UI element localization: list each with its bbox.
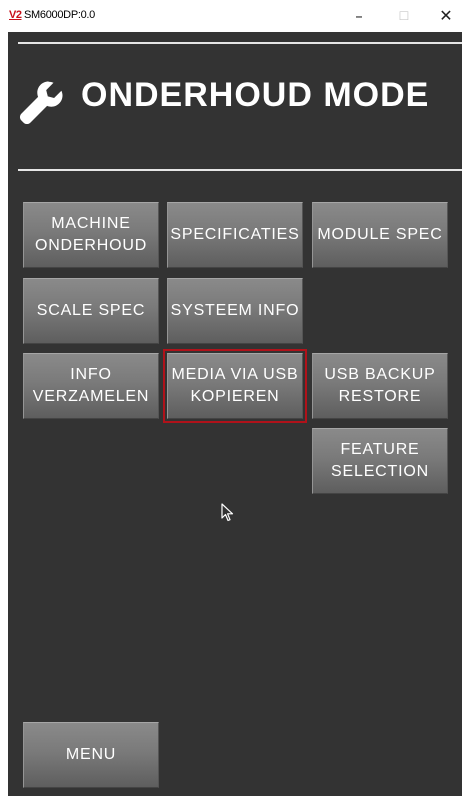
scale-spec-button[interactable]: SCALE SPEC	[23, 278, 159, 344]
machine-onderhoud-button[interactable]: MACHINE ONDERHOUD	[23, 202, 159, 268]
feature-selection-button[interactable]: FEATURE SELECTION	[312, 428, 448, 494]
media-via-usb-kopieren-button[interactable]: MEDIA VIA USB KOPIEREN	[163, 349, 307, 423]
app-window: V2 SM6000DP:0.0 – ☐ ✕ ONDERHOUD MODE MAC…	[0, 0, 462, 796]
specificaties-button[interactable]: SPECIFICATIES	[167, 202, 303, 268]
app-logo-icon: V2	[9, 9, 22, 21]
maintenance-panel: ONDERHOUD MODE MACHINE ONDERHOUD SPECIFI…	[8, 32, 462, 796]
close-button[interactable]: ✕	[431, 4, 461, 28]
window-title: SM6000DP:0.0	[24, 9, 95, 21]
wrench-icon	[19, 81, 63, 125]
module-spec-button[interactable]: MODULE SPEC	[312, 202, 448, 268]
divider-top	[18, 42, 462, 44]
menu-button[interactable]: MENU	[23, 722, 159, 788]
usb-backup-restore-button[interactable]: USB BACKUP RESTORE	[312, 353, 448, 419]
systeem-info-button[interactable]: SYSTEEM INFO	[167, 278, 303, 344]
mouse-pointer-icon	[221, 503, 234, 522]
info-verzamelen-button[interactable]: INFO VERZAMELEN	[23, 353, 159, 419]
maximize-button[interactable]: ☐	[389, 4, 419, 28]
divider-bottom	[18, 169, 462, 171]
page-title: ONDERHOUD MODE	[81, 76, 430, 114]
minimize-button[interactable]: –	[344, 4, 374, 28]
title-bar[interactable]: V2 SM6000DP:0.0 – ☐ ✕	[0, 0, 462, 32]
